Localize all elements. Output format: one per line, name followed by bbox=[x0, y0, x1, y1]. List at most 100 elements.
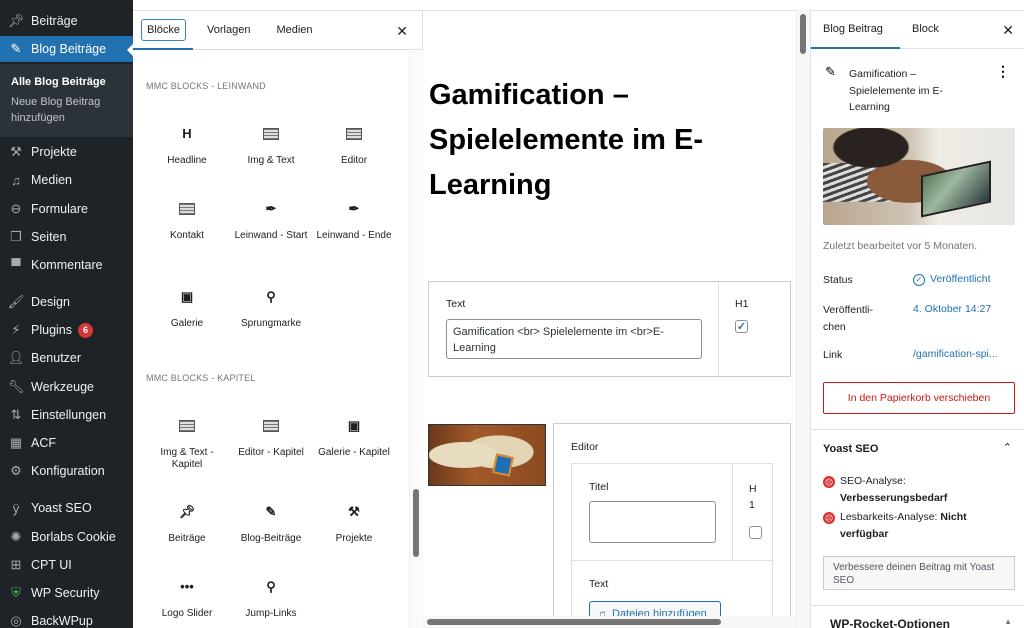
block-img-text[interactable]: Img & Text bbox=[229, 123, 313, 167]
menu-item-plugins[interactable]: ⚡︎ Plugins 6 bbox=[0, 317, 133, 343]
menu-label: Medien bbox=[31, 173, 72, 187]
submenu-item-alle-blog-beitraege[interactable]: Alle Blog Beiträge bbox=[11, 74, 133, 90]
tab-bloecke[interactable]: Blöcke bbox=[141, 19, 187, 41]
block-img-text-kapitel[interactable]: Img & Text - Kapitel bbox=[145, 415, 229, 471]
headline-block[interactable]: Text Gamification <br> Spielelemente im … bbox=[428, 281, 791, 377]
editor-block-image[interactable] bbox=[428, 424, 546, 486]
close-icon[interactable]: ✕ bbox=[1002, 22, 1014, 39]
chevron-up-icon[interactable]: ⌃ bbox=[1003, 441, 1012, 454]
h1-checkbox[interactable] bbox=[749, 526, 762, 539]
block-leinwand-start[interactable]: ✒ Leinwand - Start bbox=[229, 198, 313, 242]
edit-post-icon: ✎ bbox=[825, 64, 836, 79]
block-label: Img & Text - Kapitel bbox=[160, 447, 214, 470]
tab-medien[interactable]: Medien bbox=[271, 20, 317, 40]
menu-item-einstellungen[interactable]: ⇅ Einstellungen bbox=[0, 402, 133, 428]
block-editor[interactable]: Editor bbox=[312, 123, 396, 167]
menu-item-medien[interactable]: ♫ Medien bbox=[0, 167, 133, 193]
backup-icon: ◎ bbox=[10, 613, 22, 628]
keyboard-icon bbox=[229, 415, 313, 437]
menu-label: Plugins bbox=[31, 323, 72, 337]
editor-label: Editor bbox=[571, 441, 599, 453]
block-label: Logo Slider bbox=[161, 608, 213, 619]
block-label: Galerie - Kapitel bbox=[318, 447, 390, 458]
menu-item-wp-security[interactable]: ⛨ WP Security bbox=[0, 580, 133, 606]
menu-item-formulare[interactable]: ⊖ Formulare bbox=[0, 196, 133, 222]
block-jump-links[interactable]: ⚲ Jump-Links bbox=[229, 576, 313, 620]
menu-item-projekte[interactable]: ⚒ Projekte bbox=[0, 139, 133, 165]
tab-blog-beitrag[interactable]: Blog Beitrag bbox=[823, 23, 883, 35]
menu-item-konfiguration[interactable]: ⚙ Konfiguration bbox=[0, 458, 133, 484]
headline-text-input[interactable]: Gamification <br> Spielelemente im <br>E… bbox=[446, 319, 702, 359]
edit-post-icon: ✎ bbox=[10, 41, 22, 56]
block-blog-beitraege[interactable]: ✎ Blog-Beiträge bbox=[229, 501, 313, 545]
block-headline[interactable]: H Headline bbox=[145, 123, 229, 167]
menu-item-acf[interactable]: ▦ ACF bbox=[0, 430, 133, 456]
status-text: Veröffentlicht bbox=[930, 273, 991, 285]
menu-label: Seiten bbox=[31, 230, 67, 244]
titel-input[interactable] bbox=[589, 501, 716, 543]
scrollbar-thumb[interactable] bbox=[800, 14, 806, 54]
move-to-trash-button[interactable]: In den Papierkorb verschieben bbox=[823, 382, 1015, 414]
post-title[interactable]: Gamification – Spielelemente im E-Learni… bbox=[429, 73, 739, 208]
block-galerie-kapitel[interactable]: ▣ Galerie - Kapitel bbox=[312, 415, 396, 459]
menu-label: Einstellungen bbox=[31, 408, 107, 422]
block-projekte[interactable]: ⚒ Projekte bbox=[312, 501, 396, 545]
featured-image[interactable] bbox=[823, 128, 1015, 225]
block-galerie[interactable]: ▣ Galerie bbox=[145, 286, 229, 330]
block-label: Projekte bbox=[335, 533, 373, 544]
menu-item-backwpup[interactable]: ◎ BackWPup bbox=[0, 608, 133, 628]
tab-block[interactable]: Block bbox=[912, 23, 939, 35]
check-circle-icon: ✓ bbox=[913, 274, 925, 286]
inserter-block-list: MMC BLOCKS - LEINWAND H Headline Img & T… bbox=[133, 51, 409, 628]
publish-label: Veröffentli-chen bbox=[823, 304, 874, 333]
menu-item-kommentare[interactable]: ▀ Kommentare bbox=[0, 252, 133, 278]
permalink[interactable]: /gamification-spi... bbox=[913, 348, 998, 360]
yoast-panel-title[interactable]: Yoast SEO bbox=[823, 443, 878, 455]
canvas-horizontal-scrollbar[interactable] bbox=[423, 616, 796, 628]
block-label: Editor bbox=[340, 155, 368, 166]
menu-item-werkzeuge[interactable]: 🔧︎ Werkzeuge bbox=[0, 374, 133, 400]
wp-rocket-panel-title[interactable]: WP-Rocket-Optionen bbox=[830, 617, 950, 628]
user-icon: 👤︎ bbox=[7, 350, 25, 365]
canvas-vertical-scrollbar[interactable] bbox=[796, 10, 810, 628]
block-editor-kapitel[interactable]: Editor - Kapitel bbox=[229, 415, 313, 459]
block-label: Headline bbox=[167, 155, 207, 166]
publish-date[interactable]: 4. Oktober 14:27 bbox=[913, 303, 991, 315]
submenu-item-neue-blog-beitrag[interactable]: Neue Blog Beitrag hinzufügen bbox=[11, 94, 133, 126]
update-count-badge: 6 bbox=[78, 322, 93, 338]
menu-label: Konfiguration bbox=[31, 464, 105, 478]
block-leinwand-ende[interactable]: ✒ Leinwand - Ende bbox=[312, 198, 396, 242]
scrollbar-thumb[interactable] bbox=[413, 489, 419, 557]
cookie-icon: ✺ bbox=[10, 529, 22, 544]
active-tab-indicator bbox=[811, 47, 900, 49]
close-icon[interactable]: ✕ bbox=[396, 23, 408, 40]
menu-item-yoast-seo[interactable]: ÿ Yoast SEO bbox=[0, 495, 133, 521]
last-edited: Zuletzt bearbeitet vor 5 Monaten. bbox=[823, 240, 978, 252]
scrollbar-thumb[interactable] bbox=[427, 619, 721, 625]
block-label: Jump-Links bbox=[245, 608, 297, 619]
triangle-up-icon[interactable]: ▲ bbox=[1004, 617, 1012, 626]
status-value[interactable]: ✓ Veröffentlicht bbox=[913, 273, 991, 286]
menu-item-design[interactable]: 🖌︎ Design bbox=[0, 289, 133, 315]
block-kontakt[interactable]: Kontakt bbox=[145, 198, 229, 242]
improve-with-yoast-button[interactable]: Verbessere deinen Beitrag mit Yoast SEO bbox=[823, 556, 1015, 590]
editor-inner-group: Titel H 1 Text ♫ Dateien hinzufügen bbox=[571, 463, 773, 628]
block-logo-slider[interactable]: ••• Logo Slider bbox=[145, 576, 229, 620]
menu-item-cpt-ui[interactable]: ⊞ CPT UI bbox=[0, 552, 133, 578]
h1-checkbox[interactable]: ✓ bbox=[735, 320, 748, 333]
inserter-scrollbar[interactable] bbox=[409, 51, 423, 628]
block-beitraege[interactable]: 📌︎ Beiträge bbox=[145, 501, 229, 545]
menu-item-blog-beitraege[interactable]: ✎ Blog Beiträge bbox=[0, 36, 133, 62]
keyboard-icon bbox=[145, 415, 229, 437]
menu-item-benutzer[interactable]: 👤︎ Benutzer bbox=[0, 345, 133, 371]
menu-item-borlabs-cookie[interactable]: ✺ Borlabs Cookie bbox=[0, 524, 133, 550]
menu-item-seiten[interactable]: ❐ Seiten bbox=[0, 224, 133, 250]
tab-vorlagen[interactable]: Vorlagen bbox=[202, 20, 255, 40]
menu-item-beitraege[interactable]: 📌︎ Beiträge bbox=[0, 8, 133, 34]
h1-label: H 1 bbox=[749, 483, 757, 511]
block-sprungmarke[interactable]: ⚲ Sprungmarke bbox=[229, 286, 313, 330]
more-options-icon[interactable]: ⋮ bbox=[996, 63, 1010, 80]
editor-block[interactable]: Editor Titel H 1 Text ♫ Dateien hinzufüg… bbox=[553, 423, 791, 628]
menu-label: Benutzer bbox=[31, 351, 82, 365]
location-icon: ⚲ bbox=[266, 579, 276, 594]
